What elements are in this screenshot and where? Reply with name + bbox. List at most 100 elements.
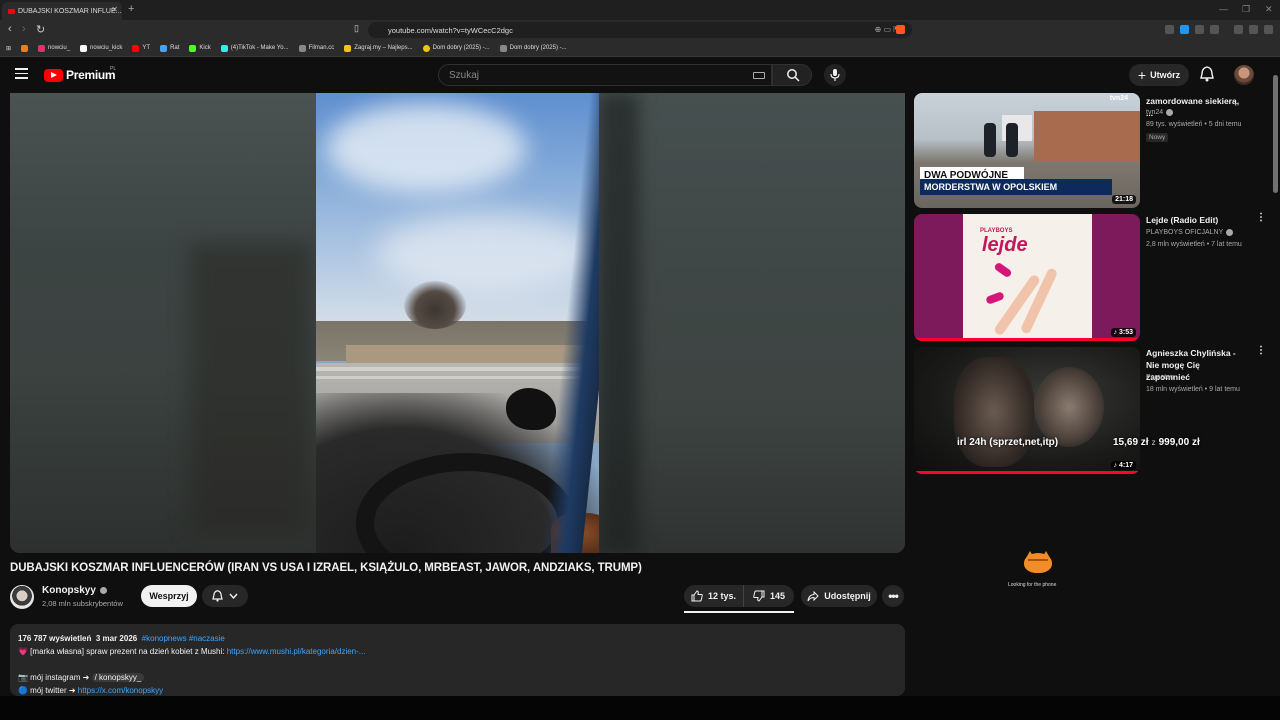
video-title: DUBAJSKI KOSZMAR INFLUENCERÓW (IRAN VS U…: [10, 562, 642, 574]
vpn-icon[interactable]: [1249, 25, 1258, 34]
bookmark-item[interactable]: Kick: [189, 44, 211, 52]
zagraj-icon: [344, 44, 352, 52]
browser-tab-bar: DUBAJSKI KOSZMAR INFLUE... ✕ + — ❐ ✕: [0, 0, 1280, 20]
dislike-button[interactable]: 145: [744, 585, 794, 607]
recommendation-meta: 2,8 mln wyświetleń • 7 lat temu: [1146, 241, 1242, 248]
bookmark-folder-icon[interactable]: [21, 44, 29, 52]
subscriber-count: 2,08 mln subskrybentów: [42, 599, 123, 608]
youtube-logo[interactable]: Premium: [44, 68, 116, 82]
smiley-icon: [422, 44, 430, 52]
twitter-link[interactable]: https://x.com/konopskyy: [78, 686, 163, 695]
page-scrollbar[interactable]: [1273, 75, 1278, 193]
more-actions-button[interactable]: •••: [882, 585, 904, 607]
upload-date: 3 mar 2026: [95, 634, 138, 643]
bell-icon: [212, 590, 223, 602]
mushi-link[interactable]: https://www.mushi.pl/kategoria/dzien-...: [227, 647, 366, 656]
video-player[interactable]: [10, 93, 905, 553]
recommendation-item[interactable]: PLAYBOYS lejde ♪ 3:53 Lejde (Radio Edit)…: [914, 213, 1274, 341]
subscription-notifications-button[interactable]: [202, 585, 248, 607]
more-options-icon[interactable]: ⋮: [1256, 346, 1266, 356]
tiktok-icon: [220, 44, 228, 52]
bookmark-item[interactable]: Zagraj.my – Najleps...: [344, 44, 413, 52]
bookmark-item[interactable]: Dom dobry (2025) -...: [499, 44, 567, 52]
forward-icon[interactable]: ›: [22, 23, 26, 35]
globe-icon: [499, 44, 507, 52]
cat-icon: [1018, 551, 1058, 575]
thumbnail-banner: MORDERSTWA W OPOLSKIEM: [920, 179, 1112, 195]
thumbs-up-icon: [691, 590, 703, 602]
watched-progress-bar: [914, 471, 1140, 474]
sidebar-icon[interactable]: [1210, 25, 1219, 34]
minimize-icon[interactable]: —: [1219, 4, 1228, 14]
video-thumbnail[interactable]: ♪ 4:17: [914, 347, 1140, 474]
youtube-icon: [132, 44, 140, 52]
kick-icon: [189, 44, 197, 52]
search-button[interactable]: [772, 64, 812, 86]
blurred-background-right: [599, 93, 905, 553]
share-button[interactable]: Udostępnij: [801, 585, 877, 607]
bookmark-item[interactable]: nowciu_kick: [80, 44, 122, 52]
donation-goal-progress: 15,69 zł z 999,00 zł: [1113, 437, 1200, 448]
description-box[interactable]: 176 787 wyświetleń 3 mar 2026 #konopnews…: [10, 624, 905, 696]
rat-icon: [160, 44, 168, 52]
video-frame[interactable]: [316, 93, 599, 553]
bookmark-item[interactable]: Filman.cc: [298, 44, 334, 52]
more-options-icon[interactable]: ⋮: [1256, 213, 1266, 223]
reload-icon[interactable]: ↻: [36, 23, 45, 36]
video-duration: 21:18: [1112, 195, 1136, 204]
apps-icon[interactable]: ⊞: [6, 45, 11, 52]
overlay-status-text: Looking for the phone: [1008, 582, 1057, 588]
bookmark-item[interactable]: Dom dobry (2025) -...: [422, 44, 490, 52]
new-tab-button[interactable]: +: [128, 3, 134, 15]
address-bar[interactable]: youtube.com/watch?v=tyWCecC2dgc ⊕ ▭ ⇱: [368, 22, 912, 38]
instagram-icon: [38, 44, 46, 52]
share-label: Udostępnij: [824, 591, 871, 601]
instagram-link[interactable]: / konopskyy_: [91, 673, 145, 682]
recommendation-channel: tvn24: [1146, 109, 1174, 116]
x-icon: [80, 44, 88, 52]
close-tab-icon[interactable]: ✕: [111, 5, 118, 14]
search-placeholder: Szukaj: [449, 69, 480, 81]
recommendations-sidebar: DWA PODWÓJNE MORDERSTWA W OPOLSKIEM tvn2…: [914, 93, 1280, 474]
voice-search-button[interactable]: [824, 64, 846, 86]
bookmark-item[interactable]: (4)TikTok - Make Yo...: [220, 44, 289, 52]
video-thumbnail[interactable]: PLAYBOYS lejde ♪ 3:53: [914, 214, 1140, 341]
video-duration: ♪ 4:17: [1110, 461, 1136, 470]
close-window-icon[interactable]: ✕: [1265, 4, 1273, 15]
support-button[interactable]: Wesprzyj: [141, 585, 197, 607]
smoke-plume: [404, 281, 466, 329]
view-count: 176 787 wyświetleń: [18, 634, 92, 643]
channel-name[interactable]: Konopskyy: [42, 585, 107, 596]
verified-icon: [1226, 229, 1234, 236]
dislike-count: 145: [769, 591, 786, 601]
like-button[interactable]: 12 tys.: [684, 585, 744, 607]
bookmark-icon[interactable]: ▯: [354, 23, 359, 34]
maximize-icon[interactable]: ❐: [1242, 4, 1250, 15]
menu-icon[interactable]: [1264, 25, 1273, 34]
search-input[interactable]: Szukaj: [438, 64, 772, 86]
bookmark-item[interactable]: Rat: [160, 44, 179, 52]
hamburger-menu-icon[interactable]: [15, 68, 28, 79]
puzzle-icon[interactable]: [1195, 25, 1204, 34]
extension-icon[interactable]: [1165, 25, 1174, 34]
recommendation-item[interactable]: ♪ 4:17 Agnieszka Chylińska - Nie mogę Ci…: [914, 346, 1274, 474]
hashtags[interactable]: #konopnews #naczasie: [142, 634, 225, 643]
new-badge: Nowy: [1146, 133, 1169, 142]
microphone-icon: [830, 69, 840, 81]
extension-icon[interactable]: [1180, 25, 1189, 34]
youtube-favicon-icon: [8, 8, 15, 14]
keyboard-icon[interactable]: [753, 72, 765, 79]
video-thumbnail[interactable]: DWA PODWÓJNE MORDERSTWA W OPOLSKIEM tvn2…: [914, 93, 1140, 208]
brave-shield-icon[interactable]: [896, 25, 905, 34]
browser-tab-active[interactable]: DUBAJSKI KOSZMAR INFLUE... ✕: [2, 2, 122, 20]
blurred-background-left: [10, 93, 316, 553]
recommendation-item[interactable]: DWA PODWÓJNE MORDERSTWA W OPOLSKIEM tvn2…: [914, 79, 1274, 209]
bookmark-item[interactable]: nowciu_: [38, 44, 70, 52]
bookmark-item[interactable]: YT: [132, 44, 150, 52]
like-count: 12 tys.: [707, 591, 737, 601]
music-icon[interactable]: [1234, 25, 1243, 34]
like-active-indicator: [684, 611, 794, 613]
description-meta: 176 787 wyświetleń 3 mar 2026 #konopnews…: [18, 632, 897, 645]
back-icon[interactable]: ‹: [8, 23, 12, 35]
channel-avatar[interactable]: [10, 585, 34, 609]
